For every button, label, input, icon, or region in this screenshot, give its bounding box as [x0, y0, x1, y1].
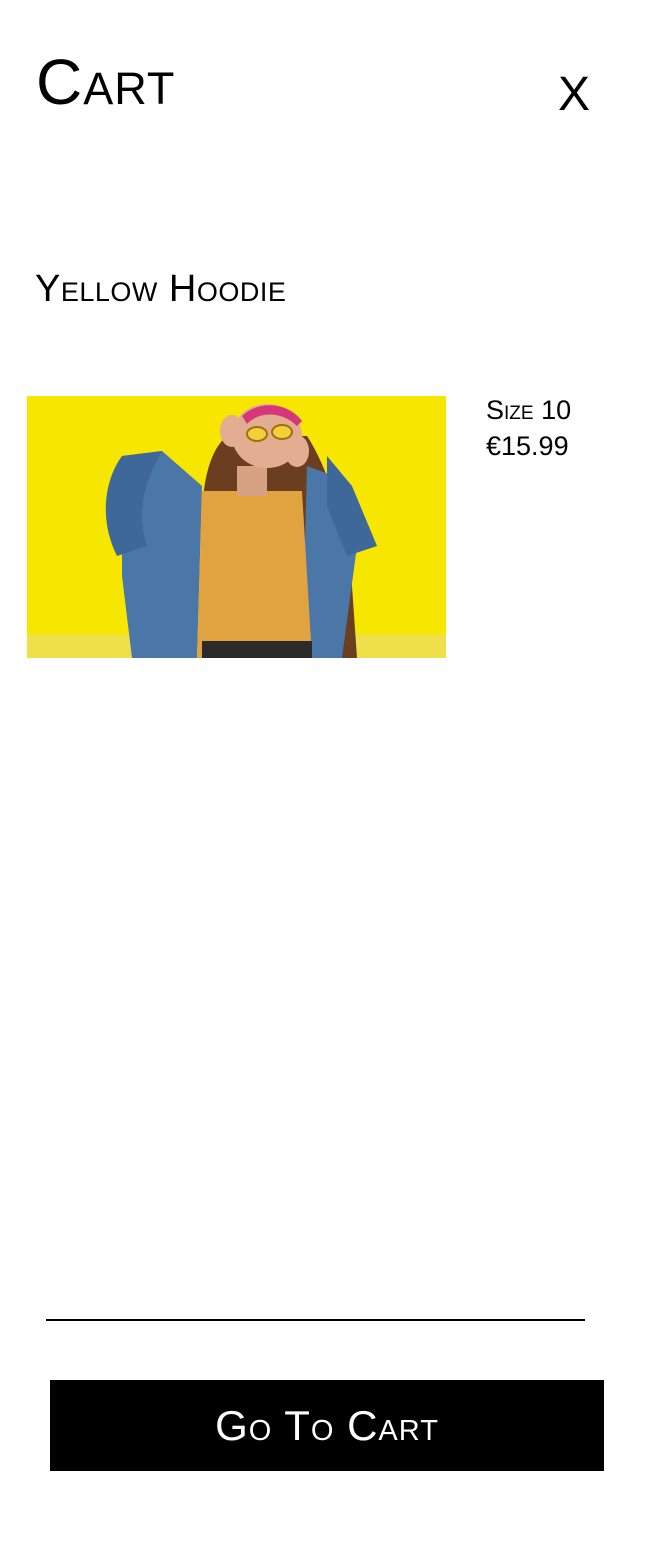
item-price: €15.99	[486, 431, 569, 461]
product-photo-icon	[27, 396, 446, 658]
divider	[46, 1319, 585, 1321]
item-details: Size 10 €15.99	[486, 392, 636, 464]
cart-title: Cart	[36, 46, 176, 118]
go-to-cart-button[interactable]: Go To Cart	[50, 1380, 604, 1471]
item-name: Yellow Hoodie	[35, 268, 287, 310]
item-size: Size 10	[486, 395, 572, 425]
product-image[interactable]	[27, 396, 446, 658]
close-button[interactable]: X	[552, 70, 596, 120]
